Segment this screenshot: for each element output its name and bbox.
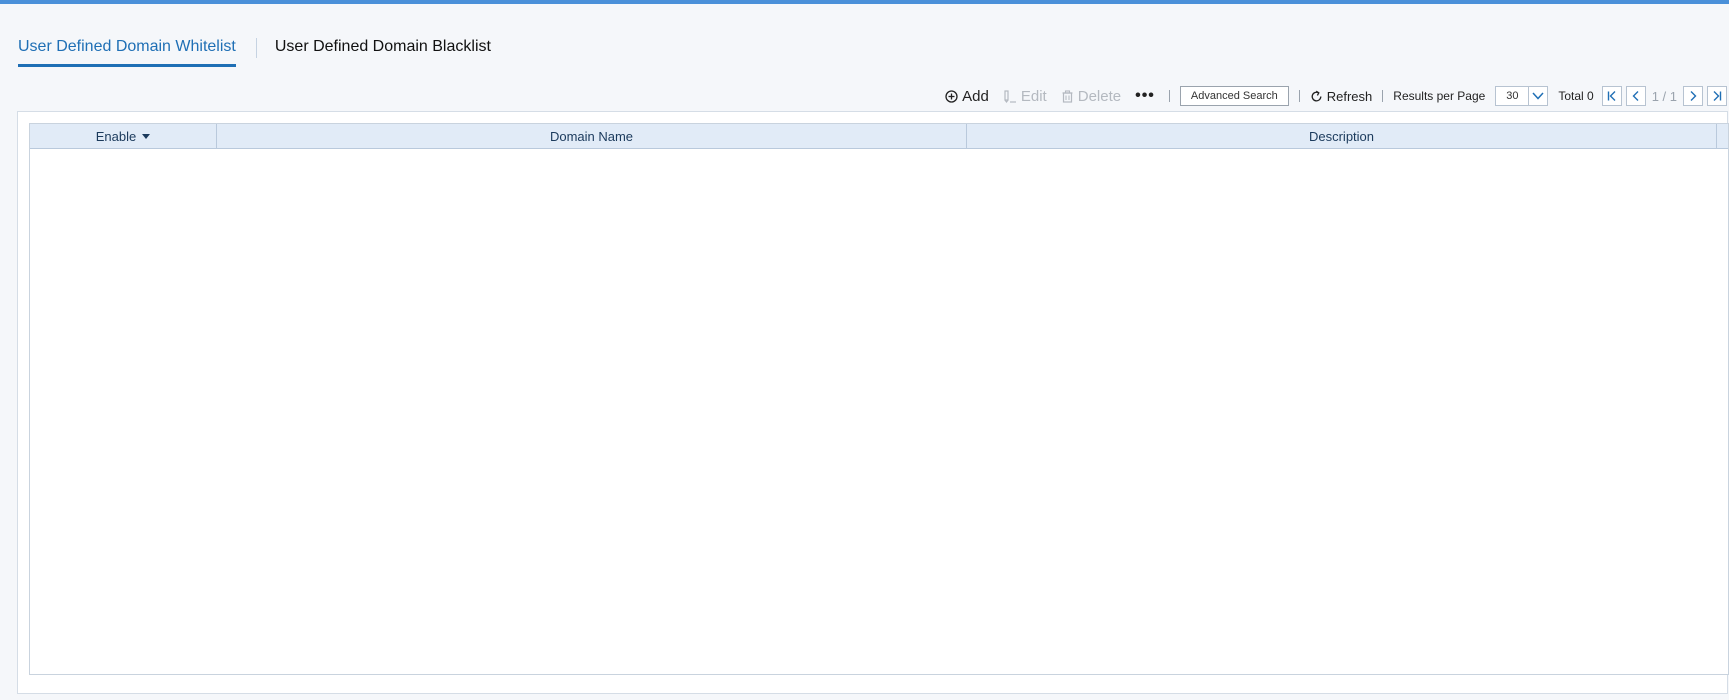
delete-label: Delete: [1077, 87, 1122, 105]
prev-page-icon[interactable]: [1625, 86, 1646, 106]
column-header-description[interactable]: Description: [967, 124, 1717, 148]
chevron-down-icon[interactable]: [1528, 87, 1547, 105]
advanced-search-button[interactable]: Advanced Search: [1179, 86, 1289, 106]
total-count: Total 0: [1558, 89, 1594, 103]
first-page-icon[interactable]: [1601, 86, 1622, 106]
results-per-page-label: Results per Page: [1393, 89, 1486, 103]
toolbar: Add Edit Delete ••• Advanced Search Refr…: [945, 84, 1727, 108]
delete-button[interactable]: Delete: [1061, 88, 1121, 105]
refresh-icon: [1310, 90, 1323, 103]
more-actions-button[interactable]: •••: [1135, 87, 1155, 105]
column-header-label: Enable: [95, 128, 137, 144]
page-indicator: 1 / 1: [1651, 88, 1677, 104]
pagination: 1 / 1: [1601, 86, 1727, 106]
column-header-enable[interactable]: Enable: [30, 124, 217, 148]
top-accent-bar: [0, 0, 1729, 4]
toolbar-divider: [1168, 90, 1170, 102]
plus-circle-icon: [945, 89, 958, 103]
last-page-icon[interactable]: [1707, 86, 1727, 106]
refresh-button[interactable]: Refresh: [1310, 88, 1373, 104]
toolbar-divider: [1298, 90, 1300, 102]
table-panel: Enable Domain Name Description: [17, 111, 1729, 694]
add-button[interactable]: Add: [945, 88, 989, 105]
edit-label: Edit: [1020, 87, 1047, 105]
column-header-label: Description: [1308, 128, 1375, 144]
domain-table: Enable Domain Name Description: [29, 123, 1729, 675]
pencil-icon: [1003, 89, 1017, 103]
results-per-page-value: 30: [1506, 90, 1519, 102]
trash-icon: [1061, 89, 1074, 103]
column-header-filler: [1717, 124, 1728, 148]
tab-bar: User Defined Domain Whitelist User Defin…: [18, 36, 491, 67]
toolbar-divider: [1382, 90, 1384, 102]
column-header-label: Domain Name: [549, 128, 634, 144]
add-label: Add: [962, 87, 989, 105]
edit-button[interactable]: Edit: [1003, 88, 1047, 105]
sort-caret-icon: [142, 133, 151, 139]
tab-divider: [255, 38, 257, 58]
refresh-label: Refresh: [1326, 88, 1373, 104]
table-header: Enable Domain Name Description: [30, 124, 1728, 149]
next-page-icon[interactable]: [1683, 86, 1703, 106]
tab-domain-blacklist[interactable]: User Defined Domain Blacklist: [275, 36, 491, 64]
results-per-page-select[interactable]: 30: [1495, 86, 1549, 106]
column-header-domain-name[interactable]: Domain Name: [217, 124, 967, 148]
tab-domain-whitelist[interactable]: User Defined Domain Whitelist: [18, 36, 236, 67]
table-body: [30, 149, 1728, 674]
